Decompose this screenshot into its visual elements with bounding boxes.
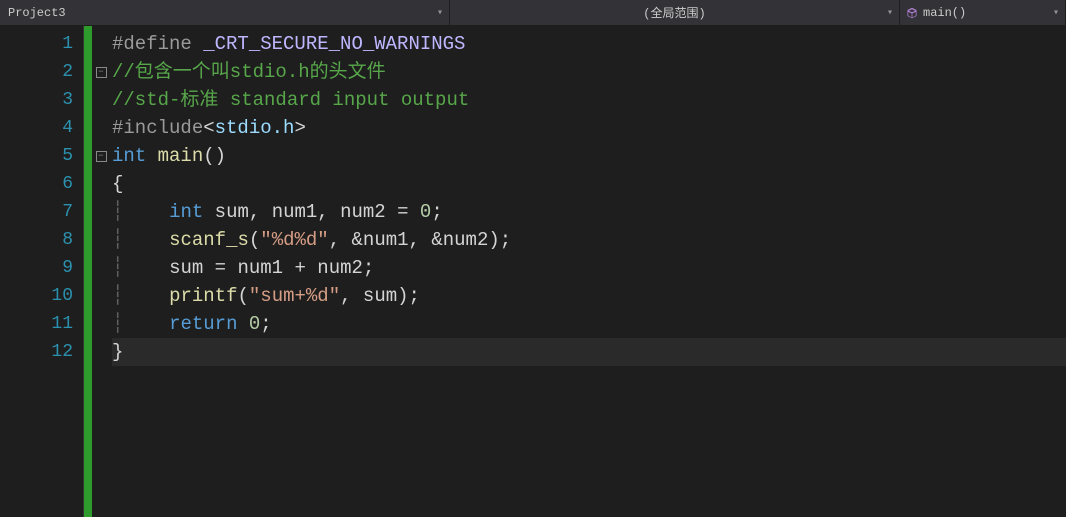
fold-spacer <box>92 254 110 282</box>
code-line[interactable]: ┆ sum = num1 + num2; <box>112 254 1066 282</box>
code-line[interactable]: int main() <box>112 142 1066 170</box>
chevron-down-icon: ▾ <box>437 7 443 19</box>
paren-open: ( <box>249 229 260 251</box>
semicolon: ; <box>431 201 442 223</box>
function-call: scanf_s <box>169 229 249 251</box>
cube-icon <box>906 7 918 19</box>
preproc-directive: #define <box>112 33 203 55</box>
indent-guide: ┆ <box>112 257 123 279</box>
line-number: 10 <box>0 282 73 310</box>
fold-spacer <box>92 86 110 114</box>
function-name: main <box>158 145 204 167</box>
brace-open: { <box>112 173 123 195</box>
keyword: int <box>112 145 146 167</box>
project-dropdown[interactable]: Project3 ▾ <box>0 0 450 25</box>
function-label: main() <box>923 6 966 20</box>
indent <box>123 229 169 251</box>
fold-spacer <box>92 30 110 58</box>
string: "sum+%d" <box>249 285 340 307</box>
line-number: 8 <box>0 226 73 254</box>
fold-toggle[interactable]: − <box>92 58 110 86</box>
code-line[interactable]: ┆ int sum, num1, num2 = 0; <box>112 198 1066 226</box>
code-line[interactable]: ┆ printf("sum+%d", sum); <box>112 282 1066 310</box>
fold-column: − − <box>92 26 110 517</box>
project-label: Project3 <box>8 6 66 20</box>
brace-close: } <box>112 341 123 363</box>
var-decl: sum, num1, num2 = <box>203 201 420 223</box>
minus-icon: − <box>96 151 107 162</box>
fold-spacer <box>92 310 110 338</box>
code-line[interactable]: //std-标准 standard input output <box>112 86 1066 114</box>
minus-icon: − <box>96 67 107 78</box>
preproc-directive: #include <box>112 117 203 139</box>
fold-spacer <box>92 114 110 142</box>
code-area[interactable]: #define _CRT_SECURE_NO_WARNINGS //包含一个叫s… <box>110 26 1066 517</box>
number: 0 <box>249 313 260 335</box>
fold-spacer <box>92 170 110 198</box>
scope-label: (全局范围) <box>643 4 705 21</box>
line-number: 7 <box>0 198 73 226</box>
change-indicator <box>84 26 92 517</box>
fold-spacer <box>92 198 110 226</box>
angle-open: < <box>203 117 214 139</box>
line-number-gutter: 1 2 3 4 5 6 7 8 9 10 11 12 <box>0 26 84 517</box>
string: "%d%d" <box>260 229 328 251</box>
code-line[interactable]: #include<stdio.h> <box>112 114 1066 142</box>
code-line[interactable]: } <box>112 338 1066 366</box>
chevron-down-icon: ▾ <box>887 7 893 19</box>
paren-open: ( <box>237 285 248 307</box>
line-number: 6 <box>0 170 73 198</box>
line-number: 3 <box>0 86 73 114</box>
line-number: 1 <box>0 30 73 58</box>
fold-spacer <box>92 226 110 254</box>
parens: () <box>203 145 226 167</box>
fold-spacer <box>92 282 110 310</box>
space <box>146 145 157 167</box>
line-number: 5 <box>0 142 73 170</box>
indent <box>123 201 169 223</box>
navigation-bar: Project3 ▾ (全局范围) ▾ main() ▾ <box>0 0 1066 26</box>
code-editor[interactable]: 1 2 3 4 5 6 7 8 9 10 11 12 − − #define _… <box>0 26 1066 517</box>
chevron-down-icon: ▾ <box>1053 7 1059 19</box>
fold-spacer <box>92 338 110 366</box>
line-number: 11 <box>0 310 73 338</box>
indent-guide: ┆ <box>112 229 123 251</box>
args: , sum) <box>340 285 408 307</box>
function-dropdown[interactable]: main() ▾ <box>900 0 1066 25</box>
code-line[interactable]: #define _CRT_SECURE_NO_WARNINGS <box>112 30 1066 58</box>
code-line[interactable]: //包含一个叫stdio.h的头文件 <box>112 58 1066 86</box>
code-line[interactable]: ┆ return 0; <box>112 310 1066 338</box>
space <box>237 313 248 335</box>
semicolon: ; <box>260 313 271 335</box>
number: 0 <box>420 201 431 223</box>
statement: sum = num1 + num2; <box>169 257 374 279</box>
code-line[interactable]: { <box>112 170 1066 198</box>
code-line[interactable]: ┆ scanf_s("%d%d", &num1, &num2); <box>112 226 1066 254</box>
indent <box>123 285 169 307</box>
header-name: stdio.h <box>215 117 295 139</box>
indent-guide: ┆ <box>112 201 123 223</box>
line-number: 4 <box>0 114 73 142</box>
keyword: return <box>169 313 237 335</box>
line-number: 9 <box>0 254 73 282</box>
semicolon: ; <box>409 285 420 307</box>
line-number: 12 <box>0 338 73 366</box>
comment: //包含一个叫stdio.h的头文件 <box>112 61 386 83</box>
args: , &num1, &num2) <box>329 229 500 251</box>
semicolon: ; <box>500 229 511 251</box>
fold-toggle[interactable]: − <box>92 142 110 170</box>
indent-guide: ┆ <box>112 285 123 307</box>
keyword: int <box>169 201 203 223</box>
macro-name: _CRT_SECURE_NO_WARNINGS <box>203 33 465 55</box>
scope-dropdown[interactable]: (全局范围) ▾ <box>450 0 900 25</box>
line-number: 2 <box>0 58 73 86</box>
indent <box>123 313 169 335</box>
comment: //std-标准 standard input output <box>112 89 469 111</box>
function-call: printf <box>169 285 237 307</box>
angle-close: > <box>294 117 305 139</box>
indent-guide: ┆ <box>112 313 123 335</box>
indent <box>123 257 169 279</box>
